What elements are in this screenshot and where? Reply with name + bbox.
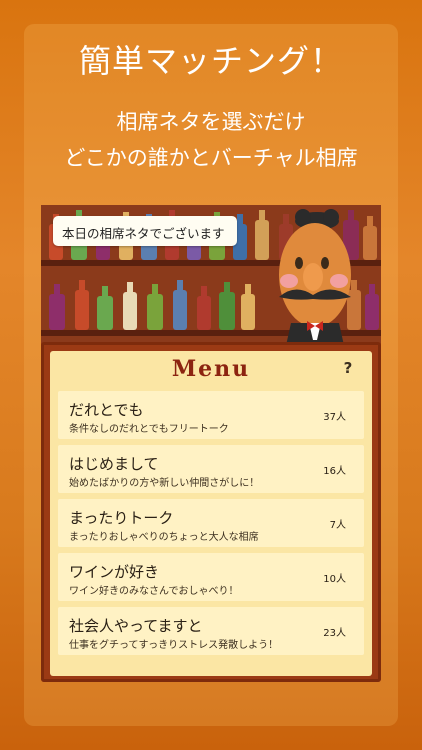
menu-item-title: まったりトーク [69, 509, 174, 527]
menu-item-anyone[interactable]: だれとでも 条件なしのだれとでもフリートーク 37人 [58, 391, 364, 439]
headline: 簡単マッチング！ [78, 42, 343, 80]
menu-item-desc: 仕事をグチってすっきりストレス発散しよう！ [69, 640, 279, 651]
speech-bubble: 本日の相席ネタでございます [53, 216, 237, 246]
subtitle-line-2: どこかの誰かとバーチャル相席 [64, 146, 358, 170]
menu-item-desc: 条件なしのだれとでもフリートーク [69, 424, 229, 435]
menu-item-desc: まったりおしゃべりのちょっと大人な相席 [69, 532, 259, 543]
menu-item-working-people[interactable]: 社会人やってますと 仕事をグチってすっきりストレス発散しよう！ 23人 [58, 607, 364, 655]
subtitle-line-1: 相席ネタを選ぶだけ [116, 110, 306, 134]
menu-item-title: ワインが好き [69, 563, 160, 581]
menu-title: Menu [171, 356, 251, 382]
menu-card: Menu ? だれとでも 条件なしのだれとでもフリートーク 37人 はじめまして… [50, 351, 372, 676]
menu-item-desc: ワイン好きのみなさんでおしゃべり！ [69, 586, 239, 597]
menu-item-desc: 始めたばかりの方や新しい仲間さがしに！ [69, 478, 260, 489]
menu-item-count: 23人 [323, 628, 346, 639]
menu-item-title: だれとでも [69, 401, 144, 419]
menu-item-count: 16人 [323, 466, 346, 477]
menu-item-title: 社会人やってますと [69, 617, 203, 635]
menu-item-count: 7人 [329, 520, 346, 531]
menu-item-first-time[interactable]: はじめまして 始めたばかりの方や新しい仲間さがしに！ 16人 [58, 445, 364, 493]
help-icon[interactable]: ? [340, 359, 356, 379]
speech-text: 本日の相席ネタでございます [62, 226, 225, 241]
bartender-icon [279, 209, 351, 350]
menu-item-count: 10人 [323, 574, 346, 585]
menu-item-wine-lovers[interactable]: ワインが好き ワイン好きのみなさんでおしゃべり！ 10人 [58, 553, 364, 601]
menu-item-count: 37人 [323, 412, 346, 423]
menu-item-title: はじめまして [69, 455, 159, 473]
menu-item-relaxed-talk[interactable]: まったりトーク まったりおしゃべりのちょっと大人な相席 7人 [58, 499, 364, 547]
